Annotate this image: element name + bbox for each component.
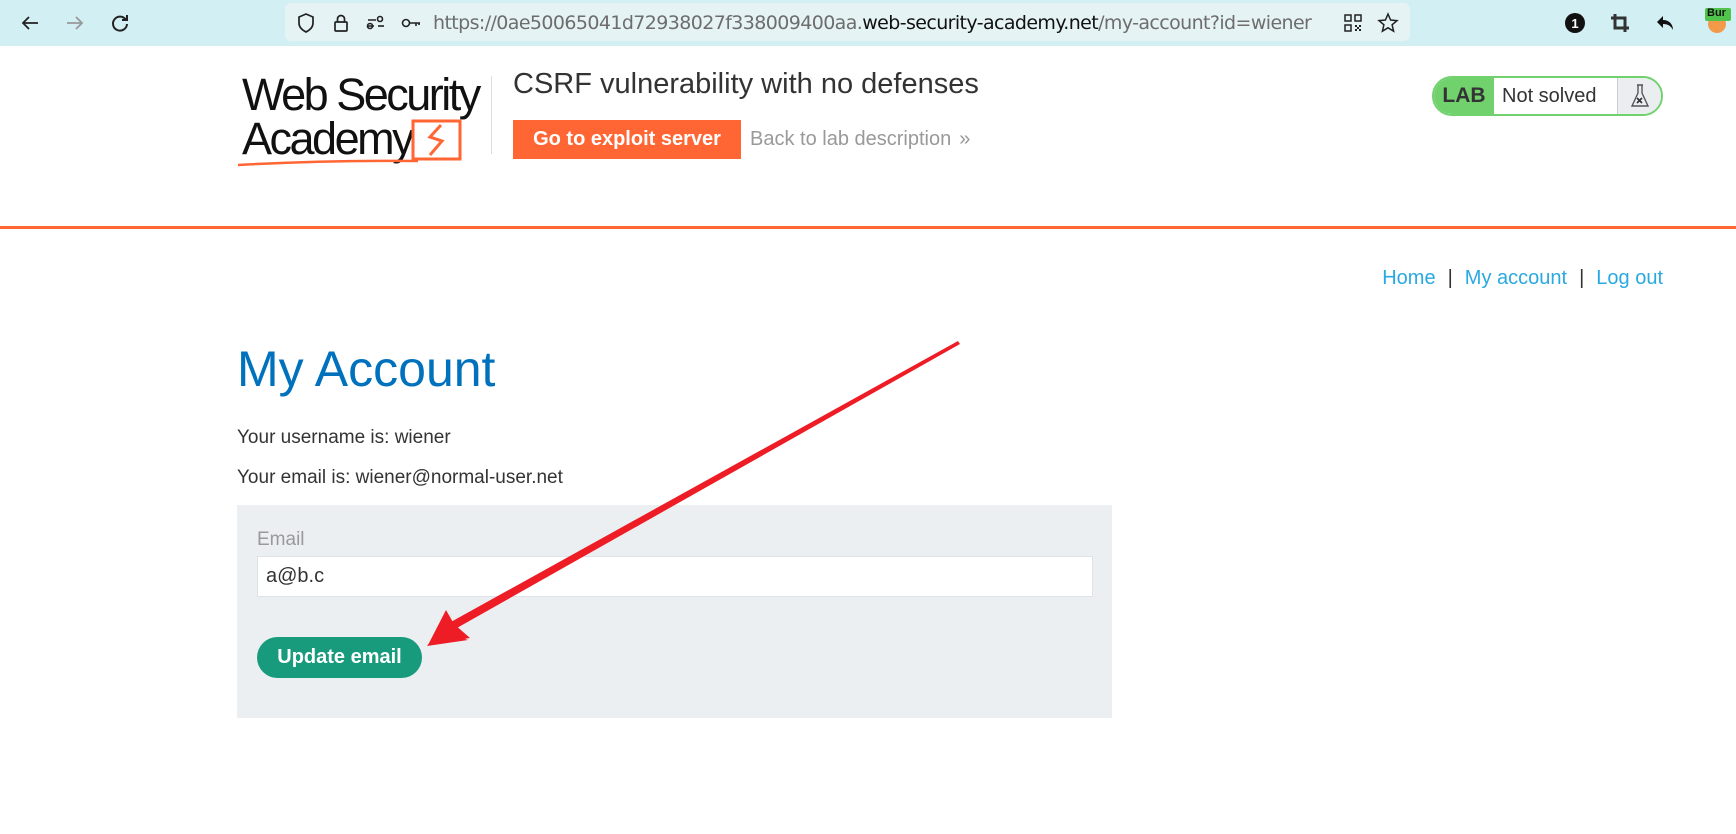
back-button[interactable]: [16, 9, 44, 37]
page-title: My Account: [237, 341, 496, 397]
email-label: Email: [257, 529, 305, 550]
reload-icon: [112, 15, 128, 32]
username-text: Your username is: wiener: [237, 427, 451, 448]
arrow-left-icon: [21, 16, 38, 30]
reload-button[interactable]: [106, 9, 134, 37]
burp-extension-button[interactable]: Bur: [1703, 6, 1731, 34]
undo-button[interactable]: [1651, 9, 1679, 37]
nav-log-out-link[interactable]: Log out: [1596, 267, 1663, 289]
undo-icon: [1657, 16, 1673, 30]
url-host: web-security-academy.net: [862, 12, 1099, 34]
url-prefix: https://0ae50065041d72938027f338009400aa…: [433, 12, 863, 34]
extension-badge-text: Bur: [1707, 7, 1726, 19]
qr-code-icon[interactable]: [1342, 12, 1364, 34]
forward-button[interactable]: [61, 9, 89, 37]
address-bar[interactable]: https://0ae50065041d72938027f338009400aa…: [285, 3, 1410, 41]
lab-status-widget: LAB Not solved: [1432, 76, 1663, 116]
change-email-form: Email Update email: [237, 505, 1112, 718]
permissions-icon[interactable]: [365, 12, 387, 34]
shield-icon[interactable]: [295, 12, 317, 34]
back-to-lab-description-link[interactable]: Back to lab description »: [750, 128, 970, 151]
nav-separator: |: [1447, 267, 1453, 289]
lab-title: CSRF vulnerability with no defenses: [513, 68, 979, 100]
lab-status-text: Not solved: [1502, 84, 1597, 107]
notification-button[interactable]: 1: [1561, 9, 1589, 37]
browser-toolbar: https://0ae50065041d72938027f338009400aa…: [0, 0, 1736, 46]
url-text[interactable]: https://0ae50065041d72938027f338009400aa…: [433, 12, 1312, 34]
url-path: /my-account?id=wiener: [1098, 12, 1312, 34]
lock-icon[interactable]: [330, 12, 352, 34]
back-link-label: Back to lab description: [750, 128, 952, 150]
lightning-logo-icon: [238, 119, 462, 167]
notification-count: 1: [1571, 15, 1579, 31]
top-nav: Home | My account | Log out: [1382, 267, 1663, 290]
crop-icon: [1611, 14, 1629, 32]
lab-badge: LAB: [1434, 78, 1494, 114]
screenshot-button[interactable]: [1606, 9, 1634, 37]
email-text: Your email is: wiener@normal-user.net: [237, 467, 563, 488]
header-divider: [491, 76, 492, 154]
header-rule: [0, 226, 1736, 229]
logo-line-1: Web Security: [242, 69, 481, 120]
go-to-exploit-server-button[interactable]: Go to exploit server: [513, 120, 741, 159]
flask-icon: [1617, 78, 1661, 114]
arrow-right-icon: [67, 16, 84, 30]
nav-separator: |: [1579, 267, 1585, 289]
nav-home-link[interactable]: Home: [1382, 267, 1435, 289]
key-icon[interactable]: [400, 12, 422, 34]
bookmark-star-icon[interactable]: [1377, 12, 1399, 34]
web-security-academy-logo[interactable]: Web Security Academy: [238, 72, 488, 168]
update-email-button[interactable]: Update email: [257, 637, 422, 678]
nav-my-account-link[interactable]: My account: [1465, 267, 1567, 289]
email-input[interactable]: [257, 556, 1093, 597]
double-chevron-right-icon: »: [959, 128, 970, 150]
